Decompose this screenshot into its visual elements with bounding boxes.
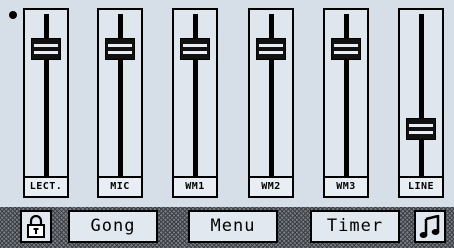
- fader-mic[interactable]: MIC: [97, 8, 143, 198]
- fader-knob[interactable]: [406, 118, 436, 141]
- fader-knob[interactable]: [31, 38, 61, 61]
- fader-label: LINE: [400, 176, 442, 196]
- fader-track: [419, 14, 424, 176]
- mixer-screen: LECT. MIC WM1 WM2 WM3 LINE Gong Menu Tim…: [0, 0, 454, 248]
- fader-knob[interactable]: [105, 38, 135, 61]
- fader-knob[interactable]: [256, 38, 286, 61]
- status-dot: [9, 11, 17, 19]
- lock-button[interactable]: [20, 210, 52, 243]
- fader-label: WM3: [325, 176, 367, 196]
- menu-button[interactable]: Menu: [188, 210, 278, 243]
- fader-wm3[interactable]: WM3: [323, 8, 369, 198]
- fader-label: LECT.: [25, 176, 67, 196]
- gong-button[interactable]: Gong: [68, 210, 158, 243]
- music-note-icon: [419, 214, 440, 238]
- fader-wm1[interactable]: WM1: [172, 8, 218, 198]
- bottom-bar: Gong Menu Timer: [0, 207, 454, 248]
- timer-button[interactable]: Timer: [310, 210, 400, 243]
- fader-line[interactable]: LINE: [398, 8, 444, 198]
- fader-label: WM1: [174, 176, 216, 196]
- lock-icon: [27, 214, 45, 238]
- fader-knob[interactable]: [180, 38, 210, 61]
- fader-wm2[interactable]: WM2: [248, 8, 294, 198]
- music-button[interactable]: [414, 210, 446, 243]
- fader-label: WM2: [250, 176, 292, 196]
- fader-label: MIC: [99, 176, 141, 196]
- fader-lect[interactable]: LECT.: [23, 8, 69, 198]
- fader-knob[interactable]: [331, 38, 361, 61]
